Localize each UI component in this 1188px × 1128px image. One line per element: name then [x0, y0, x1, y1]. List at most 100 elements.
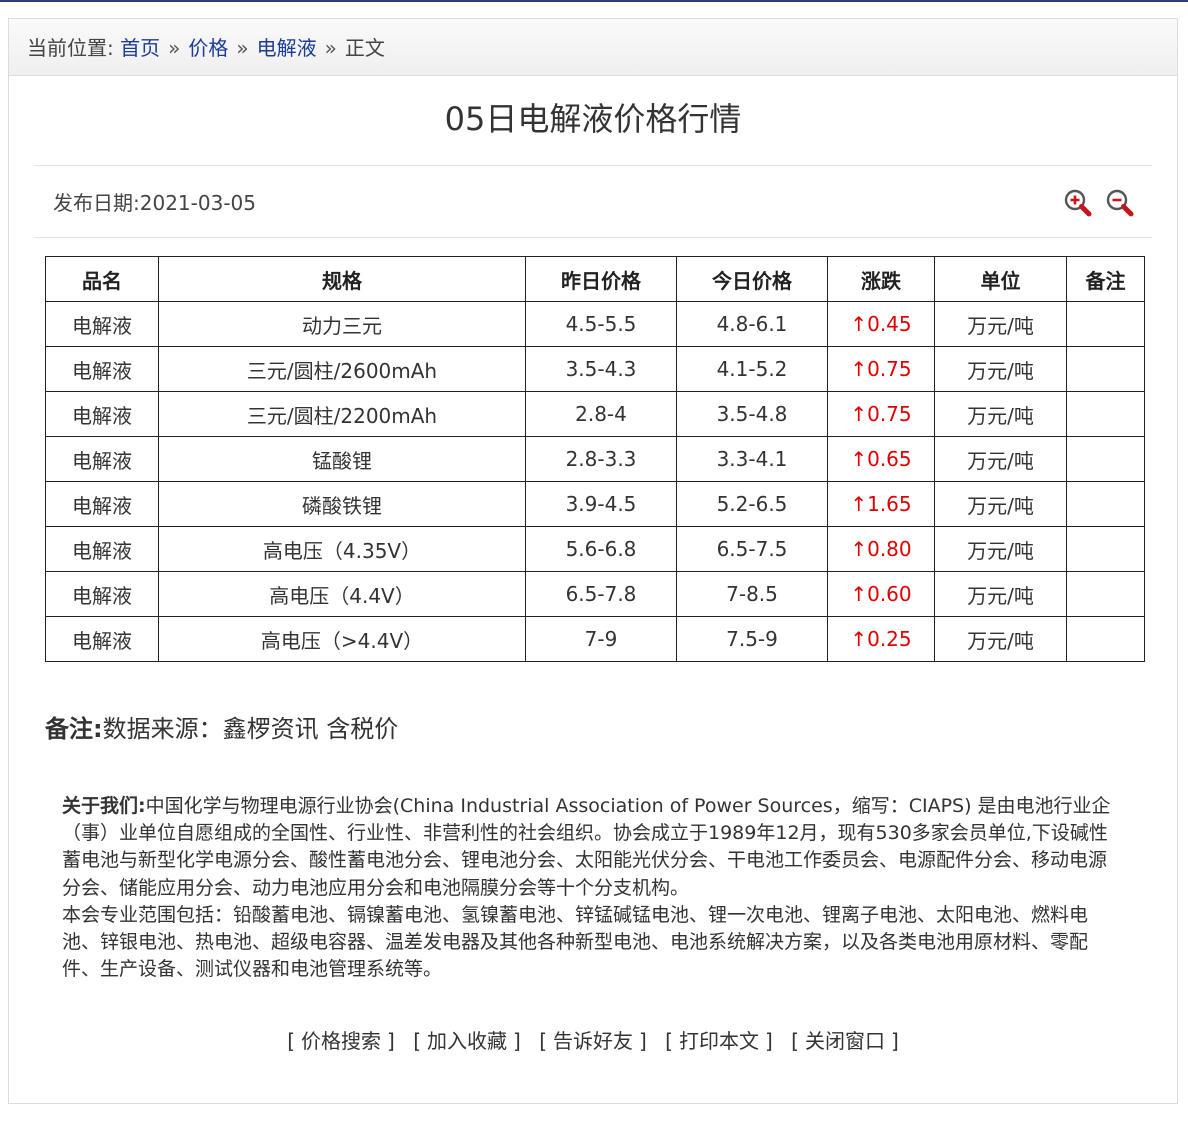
- remark-label: 备注:: [45, 715, 103, 743]
- cell-spec: 三元/圆柱/2600mAh: [158, 346, 526, 392]
- remark-note: 备注:数据来源：鑫椤资讯 含税价: [45, 713, 398, 745]
- cell-unit: 万元/吨: [934, 391, 1067, 437]
- cell-yesterday-price: 7-9: [525, 616, 677, 662]
- cell-name: 电解液: [45, 436, 159, 482]
- cell-today-price: 6.5-7.5: [676, 526, 828, 572]
- cell-change: ↑0.75: [827, 346, 935, 392]
- cell-change: ↑0.65: [827, 436, 935, 482]
- cell-spec: 动力三元: [158, 301, 526, 347]
- zoom-out-icon[interactable]: [1105, 188, 1135, 218]
- cell-name: 电解液: [45, 526, 159, 572]
- table-row: 电解液 磷酸铁锂 3.9-4.5 5.2-6.5 ↑1.65 万元/吨: [45, 481, 1145, 527]
- cell-spec: 高电压（4.35V）: [158, 526, 526, 572]
- table-row: 电解液 高电压（>4.4V） 7-9 7.5-9 ↑0.25 万元/吨: [45, 616, 1145, 662]
- price-search-link[interactable]: 价格搜索: [301, 1029, 381, 1053]
- column-header: 单位: [934, 256, 1067, 302]
- cell-remark: [1066, 526, 1145, 572]
- cell-unit: 万元/吨: [934, 481, 1067, 527]
- cell-remark: [1066, 571, 1145, 617]
- cell-yesterday-price: 2.8-4: [525, 391, 677, 437]
- cell-unit: 万元/吨: [934, 301, 1067, 347]
- remark-text: 数据来源：鑫椤资讯 含税价: [102, 715, 399, 743]
- divider: [35, 237, 1152, 238]
- breadcrumb-prefix: 当前位置:: [27, 36, 114, 60]
- breadcrumb-separator: »: [324, 36, 337, 60]
- cell-name: 电解液: [45, 301, 159, 347]
- cell-unit: 万元/吨: [934, 571, 1067, 617]
- cell-unit: 万元/吨: [934, 616, 1067, 662]
- cell-name: 电解液: [45, 346, 159, 392]
- column-header: 涨跌: [827, 256, 935, 302]
- cell-yesterday-price: 3.9-4.5: [525, 481, 677, 527]
- zoom-in-icon[interactable]: [1063, 188, 1093, 218]
- top-border-line: [0, 0, 1188, 2]
- publish-date-value: 2021-03-05: [139, 191, 256, 215]
- publish-date-label: 发布日期:: [53, 191, 140, 215]
- about-text: 中国化学与物理电源行业协会(China Industrial Associati…: [62, 795, 1111, 899]
- cell-spec: 高电压（4.4V）: [158, 571, 526, 617]
- cell-spec: 磷酸铁锂: [158, 481, 526, 527]
- breadcrumb-current: 正文: [344, 36, 385, 60]
- cell-spec: 锰酸锂: [158, 436, 526, 482]
- cell-today-price: 3.5-4.8: [676, 391, 828, 437]
- print-article-link[interactable]: 打印本文: [679, 1029, 759, 1053]
- cell-today-price: 7.5-9: [676, 616, 828, 662]
- publish-date: 发布日期:2021-03-05: [53, 190, 256, 216]
- close-window-link[interactable]: 关闭窗口: [805, 1029, 885, 1053]
- column-header: 今日价格: [676, 256, 828, 302]
- breadcrumb-link-electrolyte[interactable]: 电解液: [257, 36, 317, 60]
- breadcrumb-separator: »: [168, 36, 181, 60]
- table-row: 电解液 高电压（4.35V） 5.6-6.8 6.5-7.5 ↑0.80 万元/…: [45, 526, 1145, 572]
- cell-yesterday-price: 5.6-6.8: [525, 526, 677, 572]
- cell-today-price: 4.8-6.1: [676, 301, 828, 347]
- cell-today-price: 7-8.5: [676, 571, 828, 617]
- column-header: 规格: [158, 256, 526, 302]
- add-favorite-link[interactable]: 加入收藏: [427, 1029, 507, 1053]
- cell-name: 电解液: [45, 391, 159, 437]
- cell-today-price: 5.2-6.5: [676, 481, 828, 527]
- cell-unit: 万元/吨: [934, 436, 1067, 482]
- cell-name: 电解液: [45, 616, 159, 662]
- cell-today-price: 3.3-4.1: [676, 436, 828, 482]
- cell-change: ↑0.60: [827, 571, 935, 617]
- tell-friend-link[interactable]: 告诉好友: [553, 1029, 633, 1053]
- cell-today-price: 4.1-5.2: [676, 346, 828, 392]
- cell-spec: 高电压（>4.4V）: [158, 616, 526, 662]
- cell-change: ↑0.80: [827, 526, 935, 572]
- cell-name: 电解液: [45, 481, 159, 527]
- cell-change: ↑0.75: [827, 391, 935, 437]
- column-header: 品名: [45, 256, 159, 302]
- price-table: 品名 规格 昨日价格 今日价格 涨跌 单位 备注 电解液 动力三元 4.5-5.…: [45, 256, 1145, 662]
- cell-change: ↑0.25: [827, 616, 935, 662]
- breadcrumb-bar: 当前位置: 首页 » 价格 » 电解液 » 正文: [9, 19, 1177, 76]
- cell-change: ↑1.65: [827, 481, 935, 527]
- table-header-row: 品名 规格 昨日价格 今日价格 涨跌 单位 备注: [45, 256, 1145, 302]
- breadcrumb-link-home[interactable]: 首页: [120, 36, 160, 60]
- cell-unit: 万元/吨: [934, 526, 1067, 572]
- cell-yesterday-price: 6.5-7.8: [525, 571, 677, 617]
- column-header: 昨日价格: [525, 256, 677, 302]
- cell-change: ↑0.45: [827, 301, 935, 347]
- breadcrumb-separator: »: [236, 36, 249, 60]
- cell-yesterday-price: 3.5-4.3: [525, 346, 677, 392]
- cell-remark: [1066, 436, 1145, 482]
- about-scope-text: 本会专业范围包括：铅酸蓄电池、镉镍蓄电池、氢镍蓄电池、锌锰碱锰电池、锂一次电池、…: [62, 903, 1089, 981]
- article-frame: 当前位置: 首页 » 价格 » 电解液 » 正文 05日电解液价格行情 发布日期:2021-…: [8, 18, 1178, 1104]
- divider: [35, 165, 1152, 166]
- about-label: 关于我们:: [62, 795, 146, 817]
- page-title: 05日电解液价格行情: [444, 100, 742, 138]
- cell-yesterday-price: 4.5-5.5: [525, 301, 677, 347]
- table-row: 电解液 动力三元 4.5-5.5 4.8-6.1 ↑0.45 万元/吨: [45, 301, 1145, 347]
- cell-unit: 万元/吨: [934, 346, 1067, 392]
- cell-remark: [1066, 346, 1145, 392]
- column-header: 备注: [1066, 256, 1145, 302]
- cell-remark: [1066, 616, 1145, 662]
- breadcrumb: 当前位置: 首页 » 价格 » 电解液 » 正文: [27, 36, 385, 60]
- cell-spec: 三元/圆柱/2200mAh: [158, 391, 526, 437]
- action-links: [价格搜索] [加入收藏] [告诉好友] [打印本文] [关闭窗口]: [287, 1029, 899, 1053]
- table-row: 电解液 锰酸锂 2.8-3.3 3.3-4.1 ↑0.65 万元/吨: [45, 436, 1145, 482]
- breadcrumb-link-price[interactable]: 价格: [188, 36, 228, 60]
- table-row: 电解液 三元/圆柱/2600mAh 3.5-4.3 4.1-5.2 ↑0.75 …: [45, 346, 1145, 392]
- cell-remark: [1066, 301, 1145, 347]
- cell-remark: [1066, 391, 1145, 437]
